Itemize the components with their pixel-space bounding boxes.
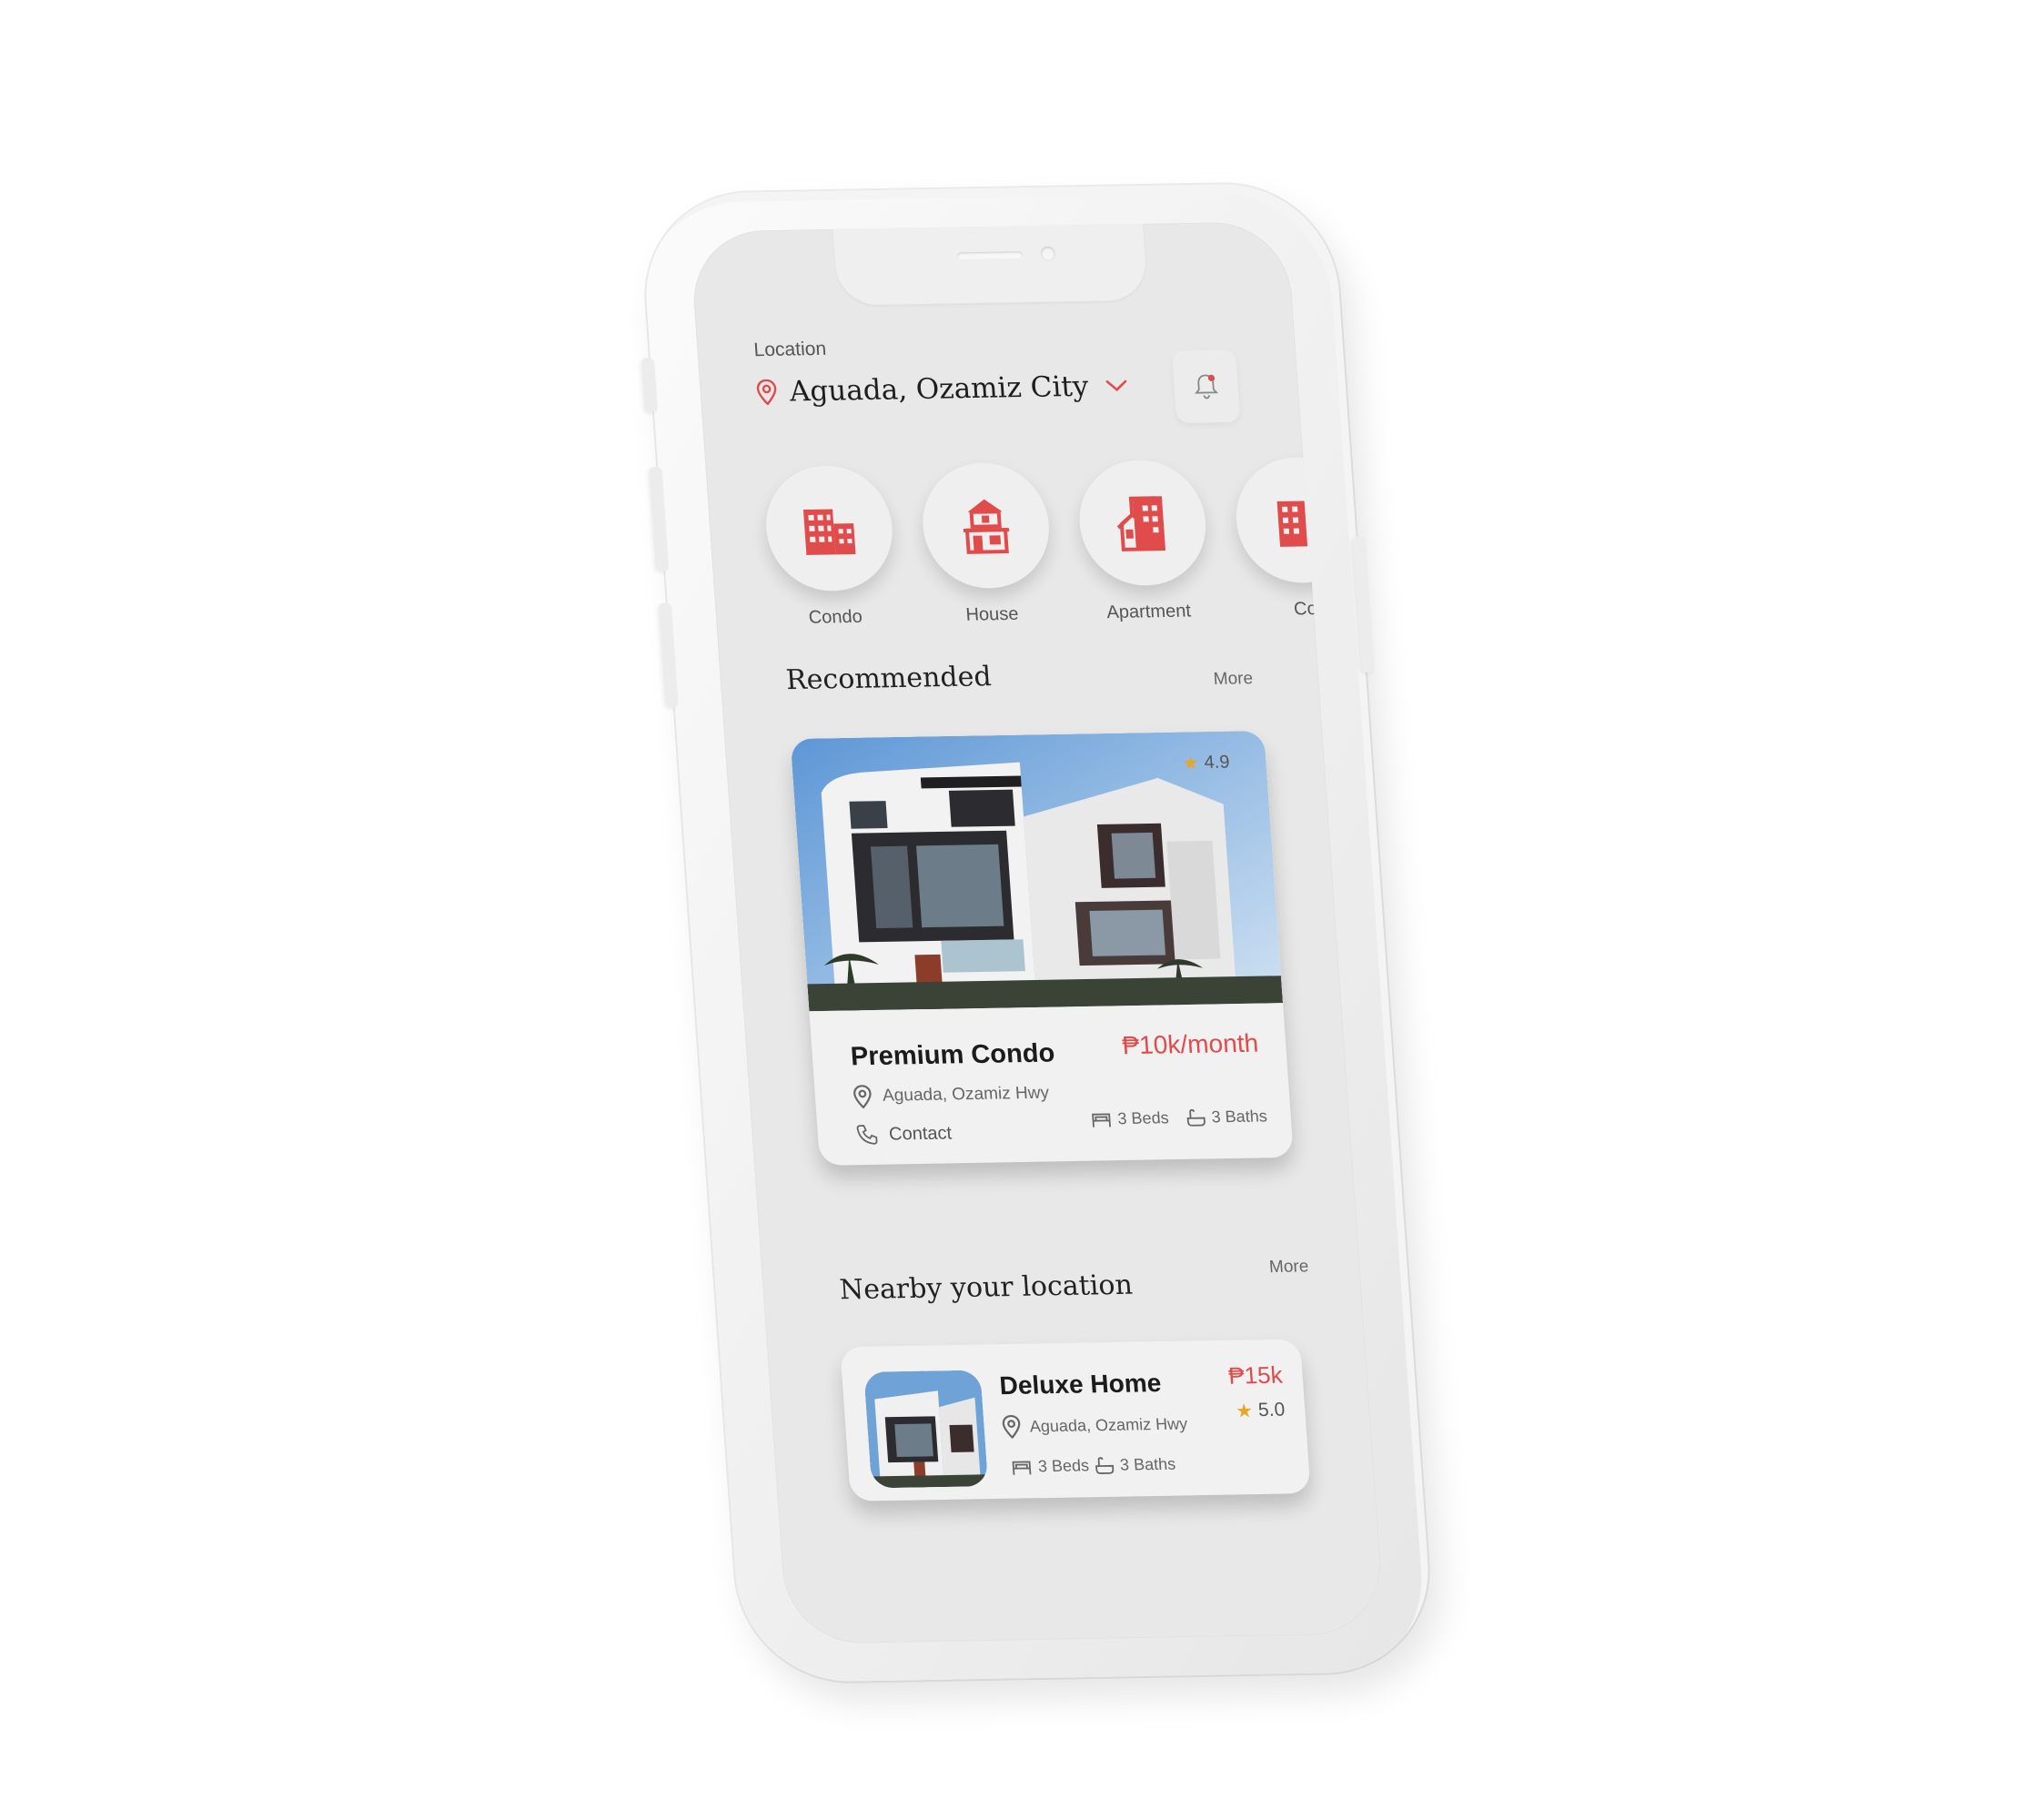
location-value: Aguada, Ozamiz City [788, 369, 1090, 409]
baths-info: 3 Baths [1094, 1455, 1176, 1476]
contact-label: Contact [888, 1122, 953, 1145]
baths-text: 3 Baths [1119, 1454, 1176, 1474]
chevron-down-icon[interactable] [1101, 378, 1129, 394]
baths-info: 3 Baths [1185, 1107, 1268, 1127]
condo-building-icon [797, 498, 862, 559]
property-thumbnail [863, 1370, 989, 1489]
category-apartment[interactable]: Apartment [1074, 459, 1213, 623]
rating-value: 4.9 [1203, 752, 1231, 773]
category-circle [1232, 456, 1367, 584]
category-circle [1074, 459, 1210, 587]
bed-icon [1090, 1110, 1113, 1128]
rating-value: 5.0 [1257, 1399, 1286, 1421]
location-selector[interactable]: Aguada, Ozamiz City [756, 369, 1130, 409]
house-icon [953, 495, 1018, 556]
location-pin-icon [756, 379, 778, 406]
volume-up-button [649, 466, 670, 571]
location-pin-icon [1002, 1414, 1022, 1439]
nearby-title: Nearby your location [838, 1269, 1135, 1307]
category-label: Co [1293, 599, 1318, 620]
category-label: House [964, 603, 1020, 625]
recommended-title: Recommended [784, 661, 993, 697]
property-address: Aguada, Ozamiz Hwy [853, 1082, 1050, 1109]
baths-text: 3 Baths [1210, 1107, 1268, 1127]
property-name: Deluxe Home [998, 1369, 1163, 1400]
rating-badge: ★ 4.9 [1182, 752, 1231, 775]
category-circle [762, 464, 897, 592]
category-list: Condo House Apartment Co [762, 456, 1369, 629]
phone-frame: Location Aguada, Ozamiz City Condo House… [639, 182, 1436, 1684]
beds-text: 3 Beds [1037, 1456, 1090, 1476]
recommended-more-link[interactable]: More [1213, 669, 1254, 690]
contact-button[interactable]: Contact [855, 1122, 953, 1146]
bed-icon [1010, 1458, 1033, 1476]
recommended-card[interactable]: ★ 4.9 Premium Condo ₱10k/month Aguada, O… [790, 730, 1294, 1166]
star-icon: ★ [1235, 1400, 1254, 1422]
beds-text: 3 Beds [1116, 1108, 1170, 1128]
nearby-more-link[interactable]: More [1268, 1257, 1309, 1278]
bell-icon [1191, 370, 1220, 401]
category-house[interactable]: House [918, 461, 1056, 626]
home-screen: Location Aguada, Ozamiz City Condo House… [689, 221, 1385, 1644]
property-price: ₱10k/month [1121, 1028, 1260, 1060]
beds-info: 3 Beds [1090, 1108, 1170, 1128]
address-text: Aguada, Ozamiz Hwy [882, 1083, 1050, 1106]
notifications-button[interactable] [1171, 349, 1241, 424]
category-partial[interactable]: Co [1232, 456, 1369, 621]
phone-icon [855, 1124, 879, 1146]
power-button [1352, 536, 1375, 673]
volume-down-button [658, 602, 679, 708]
rating-badge: ★ 5.0 [1235, 1400, 1286, 1423]
beds-info: 3 Beds [1010, 1456, 1090, 1476]
bath-icon [1185, 1108, 1206, 1127]
nearby-card[interactable]: Deluxe Home ₱15k ★ 5.0 Aguada, Ozamiz Hw… [840, 1339, 1311, 1502]
bath-icon [1094, 1456, 1115, 1474]
phone-screen: Location Aguada, Ozamiz City Condo House… [689, 221, 1386, 1644]
category-label: Condo [808, 606, 863, 628]
condo-building-icon [1267, 490, 1332, 551]
location-pin-icon [853, 1085, 873, 1109]
mute-switch [641, 358, 659, 413]
category-label: Apartment [1105, 601, 1192, 623]
property-address: Aguada, Ozamiz Hwy [1002, 1411, 1188, 1439]
apartment-icon [1111, 492, 1175, 553]
address-text: Aguada, Ozamiz Hwy [1029, 1413, 1188, 1435]
category-circle [918, 461, 1054, 590]
property-price: ₱15k [1227, 1360, 1284, 1390]
star-icon: ★ [1181, 753, 1200, 774]
location-label: Location [752, 338, 827, 361]
category-condo[interactable]: Condo [762, 464, 900, 629]
property-name: Premium Condo [849, 1038, 1056, 1072]
